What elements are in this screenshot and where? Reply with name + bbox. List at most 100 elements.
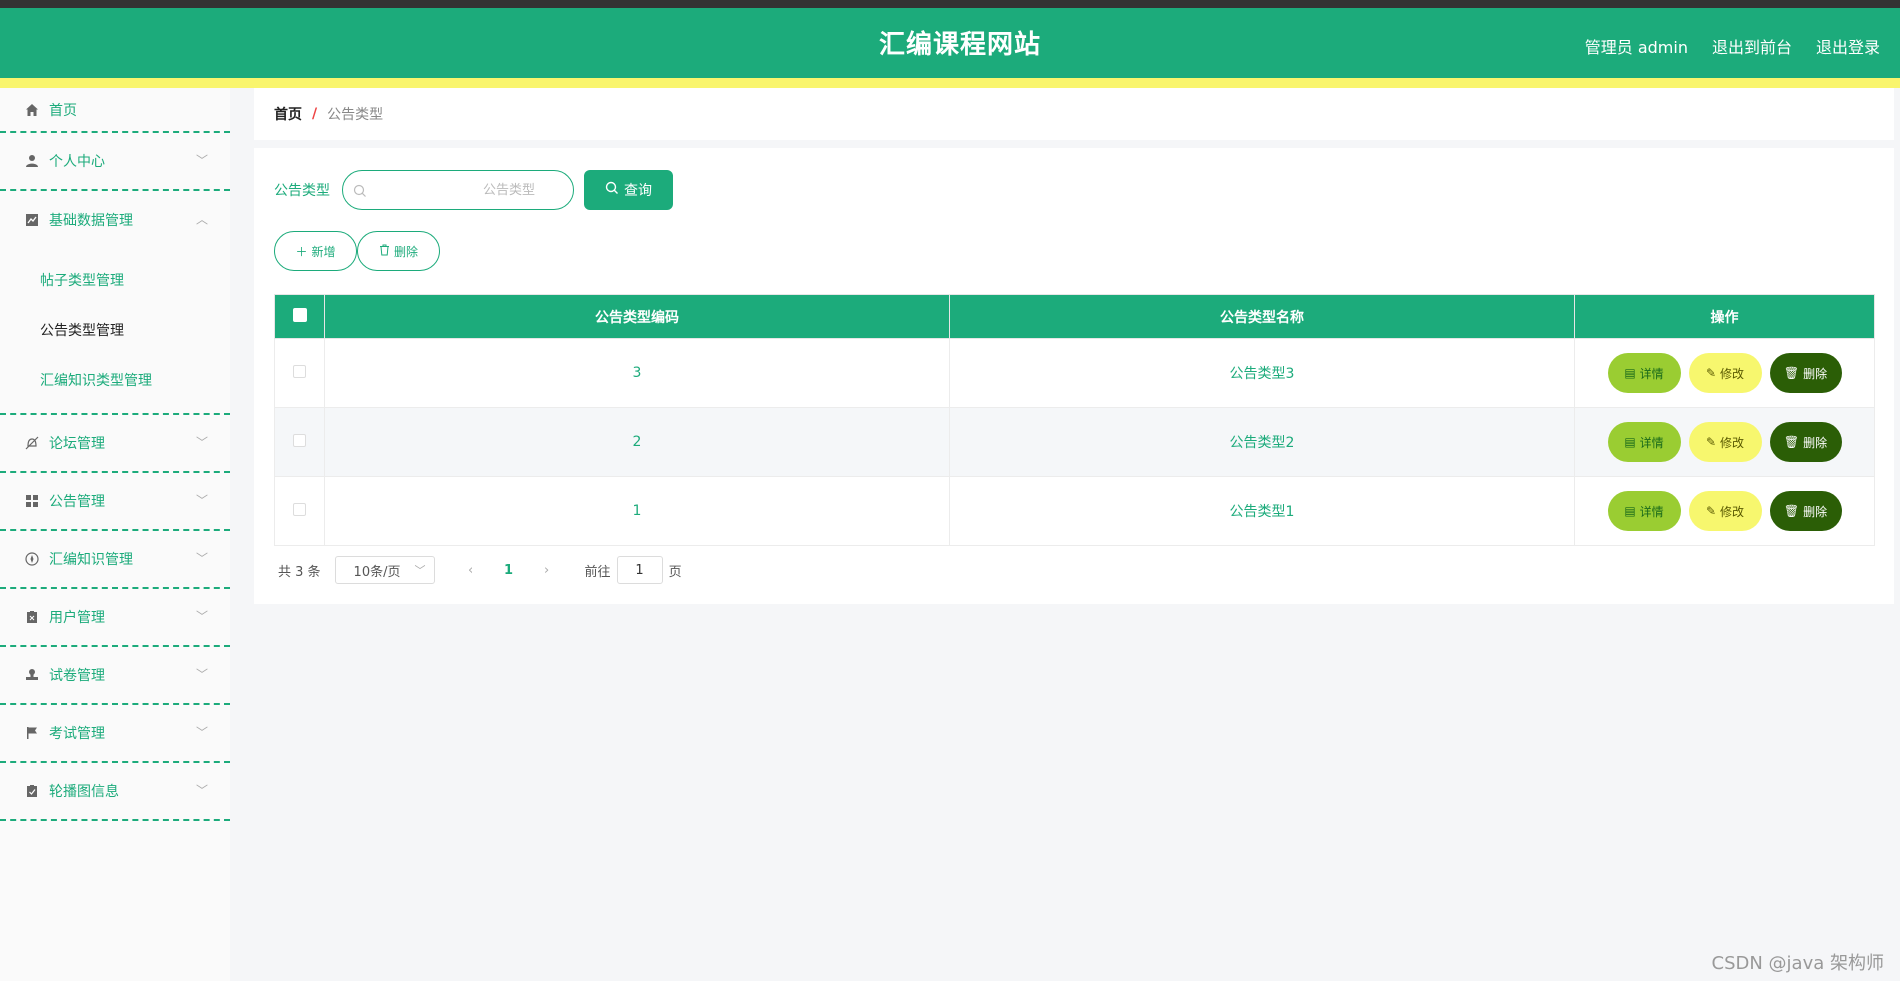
logout-link[interactable]: 退出登录 <box>1816 34 1880 58</box>
pagination: 共 3 条 10条/页 ﹀ ‹ 1 › 前往 页 <box>278 556 682 584</box>
goto-page-input[interactable] <box>616 556 663 584</box>
sidebar-item-home[interactable]: 首页 <box>0 88 230 133</box>
sidebar-item-label: 论坛管理 <box>49 436 105 452</box>
sidebar-item-label: 公告管理 <box>49 494 105 510</box>
delete-button[interactable]: 🗑 删除 <box>1769 422 1842 462</box>
edit-button[interactable]: ✎ 修改 <box>1688 422 1762 462</box>
window-top-strip <box>0 0 1900 8</box>
chevron-down-icon: ﹀ <box>195 667 208 682</box>
table-row: 2 公告类型2 ▤ 详情 ✎ 修改 🗑 删除 <box>274 407 1875 477</box>
detail-button[interactable]: ▤ 详情 <box>1607 422 1681 462</box>
actions-cell: ▤ 详情 ✎ 修改 🗑 删除 <box>1574 338 1875 408</box>
search-icon <box>353 183 367 202</box>
search-icon <box>605 181 619 199</box>
detail-button[interactable]: ▤ 详情 <box>1607 491 1681 531</box>
sidebar-item-papers[interactable]: 试卷管理 ﹀ <box>0 647 230 705</box>
sidebar-item-carousel[interactable]: 轮播图信息 ﹀ <box>0 763 230 821</box>
chart-icon <box>24 212 40 228</box>
chevron-down-icon: ﹀ <box>195 493 208 508</box>
detail-label: 详情 <box>1639 435 1664 450</box>
chevron-down-icon: ﹀ <box>195 609 208 624</box>
chevron-down-icon: ﹀ <box>414 564 426 577</box>
select-all-cell <box>274 294 325 339</box>
row-checkbox[interactable] <box>293 364 306 378</box>
row-select-cell <box>274 407 325 477</box>
delete-button[interactable]: 🗑 删除 <box>1769 491 1842 531</box>
code-cell: 1 <box>324 476 950 546</box>
query-button[interactable]: 查询 <box>584 170 673 210</box>
notice-type-table: 公告类型编码 公告类型名称 操作 3 公告类型3 ▤详情 ✎修改 🗑删除 <box>274 294 1875 546</box>
plus-icon: ＋ <box>295 244 308 259</box>
name-cell: 公告类型1 <box>949 476 1575 546</box>
table-row: 1 公告类型1 ▤ 详情 ✎ 修改 🗑 删除 <box>274 476 1875 546</box>
row-select-cell <box>274 338 325 408</box>
submenu-item-post-type[interactable]: 帖子类型管理 <box>0 255 230 305</box>
sidebar-item-label: 基础数据管理 <box>49 213 133 229</box>
name-cell: 公告类型3 <box>949 338 1575 408</box>
delete-label: 删除 <box>1803 366 1828 381</box>
breadcrumb: 首页 / 公告类型 <box>254 88 1894 140</box>
page-number-current[interactable]: 1 <box>495 563 523 578</box>
delete-button-label: 删除 <box>393 244 418 259</box>
breadcrumb-home[interactable]: 首页 <box>274 104 302 124</box>
sidebar-item-label: 汇编知识管理 <box>49 552 133 568</box>
clipboard-icon <box>24 609 40 625</box>
submenu-item-knowledge-type[interactable]: 汇编知识类型管理 <box>0 355 230 405</box>
grid-icon <box>24 493 40 509</box>
edit-button[interactable]: ✎ 修改 <box>1688 491 1762 531</box>
edit-label: 修改 <box>1720 504 1745 519</box>
pencil-icon: ✎ <box>1705 435 1717 449</box>
sidebar-item-label: 轮播图信息 <box>49 784 119 800</box>
page-size-value: 10条/页 <box>353 564 401 580</box>
search-input[interactable] <box>343 171 573 209</box>
action-buttons: ＋ 新增 删除 <box>274 231 440 271</box>
exit-to-front-link[interactable]: 退出到前台 <box>1712 34 1792 58</box>
add-button[interactable]: ＋ 新增 <box>274 231 357 271</box>
header-actions: 管理员 admin 退出到前台 退出登录 <box>1585 34 1880 58</box>
column-header-name: 公告类型名称 <box>949 294 1575 339</box>
page-size-select[interactable]: 10条/页 ﹀ <box>334 556 435 584</box>
row-checkbox[interactable] <box>293 502 306 516</box>
actions-cell: ▤ 详情 ✎ 修改 🗑 删除 <box>1574 407 1875 477</box>
sidebar-item-forum[interactable]: 论坛管理 ﹀ <box>0 415 230 473</box>
document-icon: ▤ <box>1624 366 1636 380</box>
table-header-row: 公告类型编码 公告类型名称 操作 <box>274 294 1875 339</box>
sidebar-item-notice[interactable]: 公告管理 ﹀ <box>0 473 230 531</box>
flag-icon <box>24 725 40 741</box>
trash-icon: 🗑 <box>1783 435 1800 449</box>
next-page-button[interactable]: › <box>533 563 561 578</box>
row-checkbox[interactable] <box>293 433 306 447</box>
sidebar-item-users[interactable]: 用户管理 ﹀ <box>0 589 230 647</box>
edit-button[interactable]: ✎ 修改 <box>1688 353 1762 393</box>
detail-label: 详情 <box>1639 366 1664 381</box>
column-header-actions: 操作 <box>1574 294 1875 339</box>
search-bar: 公告类型 查询 <box>274 170 673 210</box>
submenu-item-notice-type[interactable]: 公告类型管理 <box>0 305 230 355</box>
name-cell: 公告类型2 <box>949 407 1575 477</box>
sidebar-item-knowledge[interactable]: 汇编知识管理 ﹀ <box>0 531 230 589</box>
sidebar-item-personal[interactable]: 个人中心 ﹀ <box>0 133 230 191</box>
pencil-icon: ✎ <box>1705 504 1717 518</box>
delete-button[interactable]: 🗑 删除 <box>1769 353 1842 393</box>
search-label: 公告类型 <box>274 183 330 199</box>
detail-button[interactable]: ▤ 详情 <box>1607 353 1681 393</box>
prev-page-button[interactable]: ‹ <box>457 563 485 578</box>
checklist-icon <box>24 783 40 799</box>
base-data-submenu: 帖子类型管理 公告类型管理 汇编知识类型管理 <box>0 249 230 415</box>
chevron-up-icon: ︿ <box>195 212 208 227</box>
sidebar-item-label: 试卷管理 <box>49 668 105 684</box>
actions-cell: ▤ 详情 ✎ 修改 🗑 删除 <box>1574 476 1875 546</box>
sidebar-item-label: 首页 <box>49 102 77 119</box>
page-suffix: 页 <box>668 564 682 580</box>
main-content: 公告类型 查询 ＋ 新增 删除 公 <box>254 148 1894 604</box>
select-all-checkbox[interactable] <box>292 307 307 322</box>
edit-label: 修改 <box>1720 435 1745 450</box>
sidebar-item-base-data[interactable]: 基础数据管理 ︿ <box>0 191 230 249</box>
top-header: 汇编课程网站 管理员 admin 退出到前台 退出登录 <box>0 8 1900 78</box>
sidebar-item-exams[interactable]: 考试管理 ﹀ <box>0 705 230 763</box>
sidebar-item-label: 考试管理 <box>49 726 105 742</box>
compass-icon <box>24 551 40 567</box>
document-icon: ▤ <box>1624 504 1636 518</box>
admin-user-label[interactable]: 管理员 admin <box>1585 34 1688 58</box>
batch-delete-button[interactable]: 删除 <box>357 231 440 271</box>
